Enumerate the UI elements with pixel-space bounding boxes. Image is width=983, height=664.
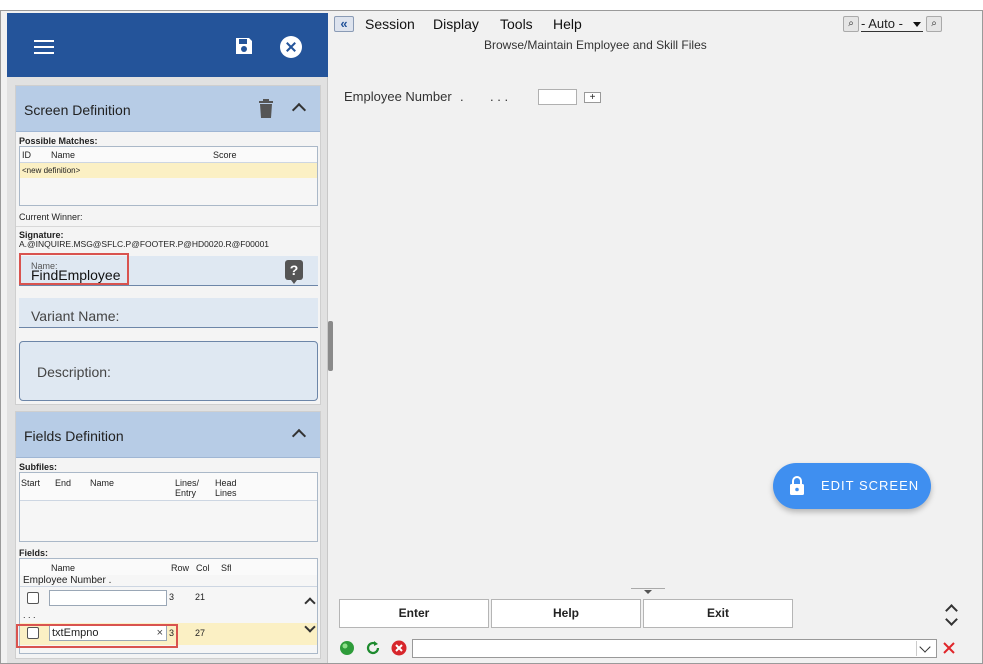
- fields-definition-header: Fields Definition: [16, 412, 320, 458]
- menu-bar: « Session Display Tools Help ⌕ - Auto - …: [329, 13, 965, 37]
- refresh-icon[interactable]: [365, 640, 381, 656]
- collapse-panel-icon[interactable]: «: [334, 16, 354, 32]
- menu-session[interactable]: Session: [365, 16, 415, 32]
- column-header-end: End: [55, 478, 72, 488]
- help-icon[interactable]: ?: [285, 260, 303, 284]
- trash-icon[interactable]: [258, 99, 274, 119]
- partial-row-text: Employee Number .: [23, 575, 112, 586]
- column-header-name: Name: [90, 478, 115, 488]
- zoom-in-icon[interactable]: ⌕: [926, 16, 942, 32]
- edit-screen-label: EDIT SCREEN: [821, 478, 920, 493]
- row-name: <new definition>: [22, 166, 81, 175]
- menu-help[interactable]: Help: [553, 16, 582, 32]
- employee-number-dots: . . .: [490, 89, 509, 104]
- collapse-chevron-icon[interactable]: [291, 102, 307, 118]
- edit-screen-button[interactable]: EDIT SCREEN: [773, 463, 931, 509]
- hamburger-menu-icon[interactable]: [34, 40, 54, 54]
- collapse-chevron-icon[interactable]: [291, 428, 307, 444]
- enter-button[interactable]: Enter: [339, 599, 489, 628]
- chevron-down-icon: [913, 22, 921, 27]
- clear-command-icon[interactable]: [942, 641, 956, 655]
- row-value: 3: [169, 592, 175, 602]
- employee-number-label: Employee Number: [344, 89, 452, 104]
- font-size-select[interactable]: - Auto -: [861, 16, 923, 32]
- menu-tools[interactable]: Tools: [500, 16, 533, 32]
- column-header-sfl: Sfl: [221, 563, 232, 573]
- column-header-id: ID: [22, 150, 31, 160]
- exit-button[interactable]: Exit: [643, 599, 793, 628]
- designer-toolbar: [7, 13, 328, 77]
- possible-matches-label: Possible Matches:: [19, 136, 98, 146]
- employee-number-input[interactable]: [538, 89, 577, 105]
- disconnect-icon[interactable]: [391, 640, 407, 656]
- designer-panel: Screen Definition Possible Matches: ID N…: [7, 13, 328, 663]
- fields-definition-card: Fields Definition Subfiles: Start End Na…: [15, 411, 321, 659]
- table-row[interactable]: 3 21 . . .: [20, 587, 317, 623]
- partial-row: Employee Number .: [20, 575, 317, 587]
- employee-number-dot: .: [460, 89, 464, 104]
- fields-definition-title: Fields Definition: [24, 428, 124, 444]
- menu-display[interactable]: Display: [433, 16, 479, 32]
- screen-definition-header: Screen Definition: [16, 86, 320, 132]
- emulator-screen: « Session Display Tools Help ⌕ - Auto - …: [329, 13, 965, 663]
- close-icon[interactable]: [280, 36, 302, 58]
- column-header-start: Start: [21, 478, 41, 488]
- scroll-down-icon[interactable]: [304, 621, 316, 633]
- ellipsis: . . .: [23, 610, 36, 620]
- command-input[interactable]: [412, 639, 937, 658]
- subfiles-label: Subfiles:: [19, 462, 58, 472]
- field-highlight-outline: [16, 624, 178, 648]
- column-header-lines-entry: Lines/ Entry: [175, 478, 200, 498]
- possible-matches-grid: ID Name Score <new definition>: [19, 146, 318, 206]
- name-highlight-outline: [19, 253, 129, 285]
- lock-icon: [790, 476, 804, 495]
- subfiles-grid: Start End Name Lines/ Entry Head Lines: [19, 472, 318, 542]
- grid-scrollbar[interactable]: [303, 587, 317, 651]
- variant-name-label: Variant Name:: [31, 308, 120, 324]
- signature-value: A.@INQUIRE.MSG@SFLC.P@FOOTER.P@HD0020.R@…: [19, 239, 270, 249]
- subfiles-grid-header: Start End Name Lines/ Entry Head Lines: [20, 473, 317, 501]
- fields-label: Fields:: [19, 548, 49, 558]
- row-checkbox[interactable]: [27, 592, 39, 604]
- description-label: Description:: [37, 364, 111, 380]
- col-value: 21: [195, 592, 206, 602]
- column-header-col: Col: [196, 563, 210, 573]
- table-row[interactable]: <new definition>: [20, 163, 317, 178]
- screen-title: Browse/Maintain Employee and Skill Files: [484, 38, 707, 52]
- fields-grid-header: Name Row Col Sfl: [20, 559, 317, 575]
- application-frame: Screen Definition Possible Matches: ID N…: [0, 10, 983, 664]
- save-icon[interactable]: [234, 36, 254, 56]
- col-value: 27: [195, 628, 206, 638]
- font-size-value: - Auto -: [861, 16, 903, 31]
- zoom-out-icon[interactable]: ⌕: [843, 16, 859, 32]
- column-header-name: Name: [51, 150, 76, 160]
- scroll-up-icon[interactable]: [304, 597, 316, 609]
- screen-definition-card: Screen Definition Possible Matches: ID N…: [15, 85, 321, 405]
- column-header-row: Row: [171, 563, 190, 573]
- prompt-plus-button[interactable]: +: [584, 92, 601, 103]
- splitter-handle[interactable]: [631, 588, 665, 594]
- command-dropdown[interactable]: [916, 641, 934, 656]
- variant-name-field[interactable]: Variant Name:: [19, 298, 318, 328]
- divider: [16, 226, 320, 227]
- column-header-score: Score: [213, 150, 237, 160]
- field-name-input[interactable]: [49, 590, 167, 606]
- current-winner-label: Current Winner:: [19, 212, 83, 222]
- screen-definition-title: Screen Definition: [24, 102, 131, 118]
- help-button[interactable]: Help: [491, 599, 641, 628]
- chevron-down-icon: [919, 641, 931, 653]
- connect-icon[interactable]: [339, 640, 355, 656]
- grid-header: ID Name Score: [20, 147, 317, 163]
- page-down-icon[interactable]: [945, 613, 958, 629]
- column-header-head-lines: Head Lines: [215, 478, 237, 498]
- column-header-name: Name: [51, 563, 76, 573]
- description-field[interactable]: Description:: [19, 341, 318, 401]
